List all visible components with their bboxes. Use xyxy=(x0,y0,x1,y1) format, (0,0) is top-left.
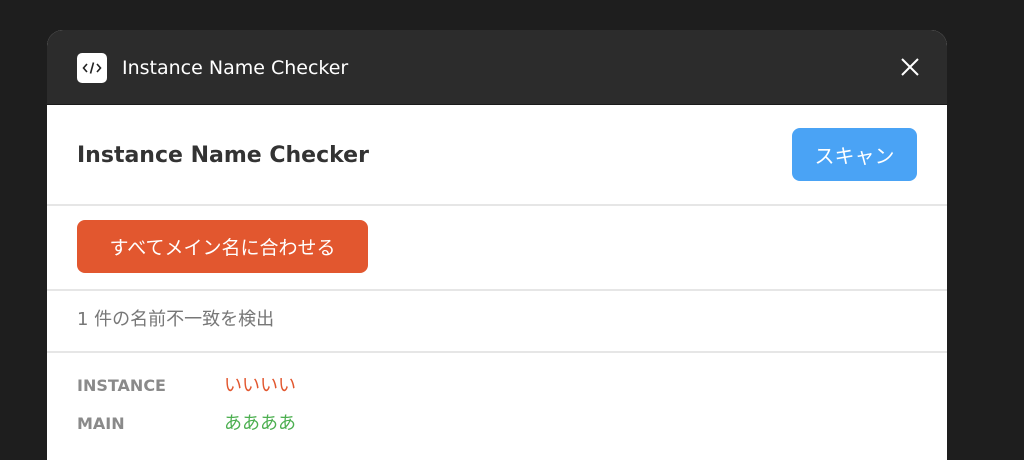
plugin-window: Instance Name Checker Instance Name Chec… xyxy=(47,30,947,460)
main-label: MAIN xyxy=(77,414,125,433)
instance-name-row: INSTANCE いいいい xyxy=(77,375,296,397)
title-bar: Instance Name Checker xyxy=(47,30,947,105)
match-all-to-main-button[interactable]: すべてメイン名に合わせる xyxy=(77,220,368,273)
main-name-value: ああああ xyxy=(224,413,296,434)
status-row: 1 件の名前不一致を検出 xyxy=(47,291,947,353)
main-name-row: MAIN ああああ xyxy=(77,413,296,435)
instance-label: INSTANCE xyxy=(77,376,166,395)
action-row: すべてメイン名に合わせる xyxy=(47,206,947,291)
mismatch-count-text: 1 件の名前不一致を検出 xyxy=(77,309,275,330)
code-icon xyxy=(77,53,107,83)
plugin-header: Instance Name Checker スキャン xyxy=(47,105,947,206)
close-icon[interactable] xyxy=(899,56,921,78)
page-title: Instance Name Checker xyxy=(77,143,369,168)
window-title: Instance Name Checker xyxy=(122,57,349,79)
instance-name-value: いいいい xyxy=(224,375,296,396)
scan-button[interactable]: スキャン xyxy=(792,128,917,181)
